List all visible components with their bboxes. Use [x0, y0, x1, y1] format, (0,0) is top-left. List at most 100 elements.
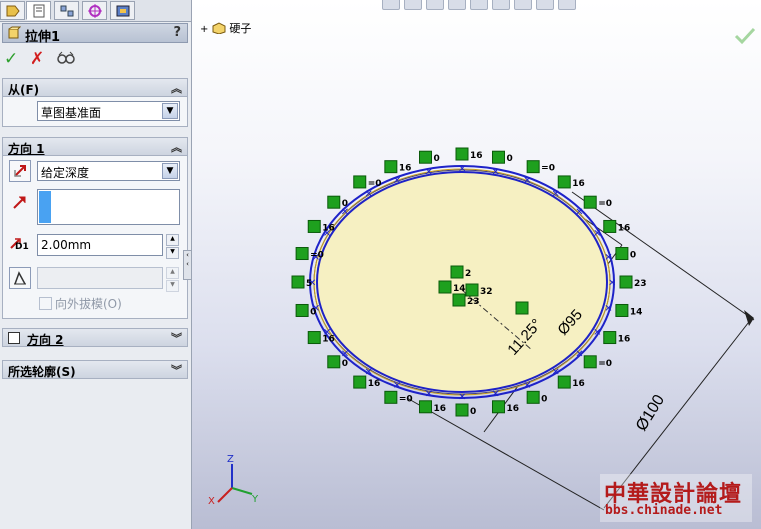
relation-label: 0	[342, 199, 348, 209]
depth-spinner[interactable]: ▲ ▼	[166, 234, 179, 259]
relation-label: 0	[434, 154, 440, 164]
relation-label: 5	[306, 279, 312, 289]
relation-marker[interactable]	[491, 400, 505, 414]
direction-reference-field[interactable]	[37, 189, 180, 225]
sketch-point[interactable]: ✕	[523, 175, 531, 186]
relation-marker[interactable]	[295, 247, 309, 261]
direction2-section-header[interactable]: 方向 2 ︾	[2, 328, 188, 347]
relation-marker[interactable]	[603, 331, 617, 345]
relation-label: 16	[618, 335, 631, 345]
extrude-icon	[8, 26, 21, 39]
feature-tree-icon	[6, 5, 20, 16]
relation-marker[interactable]	[557, 375, 571, 389]
direction1-section-title: 方向 1	[8, 142, 45, 156]
relation-marker[interactable]	[526, 160, 540, 174]
relation-marker[interactable]	[615, 247, 629, 261]
relation-marker[interactable]	[438, 280, 452, 294]
coordinate-triad: Z Y X	[208, 454, 259, 507]
relation-marker[interactable]	[603, 219, 617, 233]
sketch-point[interactable]: ✕	[575, 349, 583, 360]
sketch-point[interactable]: ✕	[552, 189, 560, 200]
sketch-point[interactable]: ✕	[458, 392, 466, 403]
draft-angle-spinner[interactable]: ▲ ▼	[166, 267, 179, 292]
selection-highlight	[39, 191, 51, 223]
sketch-point[interactable]: ✕	[364, 189, 372, 200]
relation-label: 23	[634, 279, 647, 289]
relation-marker[interactable]	[295, 303, 309, 317]
reverse-direction-button[interactable]	[9, 160, 31, 182]
draft-outward-checkbox[interactable]	[39, 297, 52, 310]
contours-section-header[interactable]: 所选轮廓(S) ︾	[2, 360, 188, 379]
sketch-point[interactable]: ✕	[393, 381, 401, 392]
relation-marker[interactable]	[455, 147, 469, 161]
display-manager-tab[interactable]	[110, 1, 135, 20]
relation-marker[interactable]	[455, 403, 469, 417]
from-start-value: 草图基准面	[41, 106, 102, 120]
relation-marker[interactable]	[452, 293, 466, 307]
relation-marker[interactable]	[384, 390, 398, 404]
sketch-point[interactable]: ✕	[604, 253, 612, 264]
draft-toggle-button[interactable]	[9, 267, 31, 289]
sketch-point[interactable]: ✕	[491, 167, 499, 178]
relation-label: =0	[598, 359, 612, 369]
relation-marker[interactable]	[491, 150, 505, 164]
sketch-point[interactable]: ✕	[491, 389, 499, 400]
relation-label: =0	[541, 164, 555, 174]
depth-label: D1	[15, 242, 29, 252]
graphics-area[interactable]: + 硬子 11.25° Ø95 Ø100 ✕ 16 ✕ 0 ✕ =0 ✕ 16 ✕ =0 ✕ 16 ✕ 0…	[192, 0, 761, 529]
relation-marker[interactable]	[419, 400, 433, 414]
from-start-select[interactable]: 草图基准面 ▼	[37, 101, 180, 121]
svg-text:Y: Y	[251, 494, 259, 505]
relation-marker[interactable]	[307, 331, 321, 345]
relation-marker[interactable]	[353, 175, 367, 189]
relation-marker[interactable]	[450, 265, 464, 279]
relation-marker[interactable]	[291, 275, 305, 289]
relation-marker[interactable]	[327, 195, 341, 209]
ok-button[interactable]: ✓	[4, 49, 18, 69]
end-condition-select[interactable]: 给定深度 ▼	[37, 161, 180, 181]
direction1-section-header[interactable]: 方向 1 ︽	[2, 137, 188, 156]
sketch-point[interactable]: ✕	[593, 229, 601, 240]
relation-label: 16	[399, 164, 412, 174]
dim-arrow	[744, 310, 754, 326]
relation-marker[interactable]	[327, 355, 341, 369]
relation-marker[interactable]	[465, 283, 479, 297]
property-manager-tab[interactable]	[26, 1, 51, 20]
contours-section-title: 所选轮廓(S)	[8, 365, 76, 379]
from-section-header[interactable]: 从(F) ︽	[2, 78, 188, 97]
relation-marker[interactable]	[353, 375, 367, 389]
relation-marker[interactable]	[583, 355, 597, 369]
relation-label: 2	[465, 269, 471, 279]
direction2-checkbox[interactable]	[8, 332, 20, 344]
relation-marker[interactable]	[307, 219, 321, 233]
relation-marker[interactable]	[619, 275, 633, 289]
dimxpert-tab[interactable]	[82, 1, 107, 20]
relation-marker[interactable]	[583, 195, 597, 209]
relation-marker[interactable]	[526, 390, 540, 404]
relation-marker[interactable]	[419, 150, 433, 164]
help-button[interactable]: ?	[173, 25, 181, 40]
sketch-point[interactable]: ✕	[393, 175, 401, 186]
from-section-body: 草图基准面 ▼	[2, 97, 188, 127]
sketch-point[interactable]: ✕	[523, 381, 531, 392]
sketch-point[interactable]: ✕	[575, 207, 583, 218]
sketch-point[interactable]: ✕	[425, 389, 433, 400]
relation-marker[interactable]	[615, 303, 629, 317]
expand-icon: ︾	[171, 364, 182, 377]
draft-angle-input[interactable]	[37, 267, 163, 289]
sketch-point[interactable]: ✕	[458, 164, 466, 175]
depth-input[interactable]: 2.00mm	[37, 234, 163, 256]
sketch-point[interactable]: ✕	[608, 278, 616, 289]
detailed-preview-button[interactable]	[56, 50, 76, 69]
sketch-point[interactable]: ✕	[425, 167, 433, 178]
configuration-tab[interactable]	[54, 1, 79, 20]
relation-marker[interactable]	[557, 175, 571, 189]
panel-collapse-handle[interactable]: ‹ ‹	[183, 250, 191, 280]
relation-marker[interactable]	[515, 301, 529, 315]
sketch-point[interactable]: ✕	[593, 327, 601, 338]
cancel-button[interactable]: ✗	[30, 49, 44, 69]
sketch-point[interactable]: ✕	[604, 303, 612, 314]
diameter-100-dimension[interactable]: Ø100	[633, 392, 668, 434]
relation-marker[interactable]	[384, 160, 398, 174]
feature-manager-tab[interactable]	[0, 1, 25, 20]
